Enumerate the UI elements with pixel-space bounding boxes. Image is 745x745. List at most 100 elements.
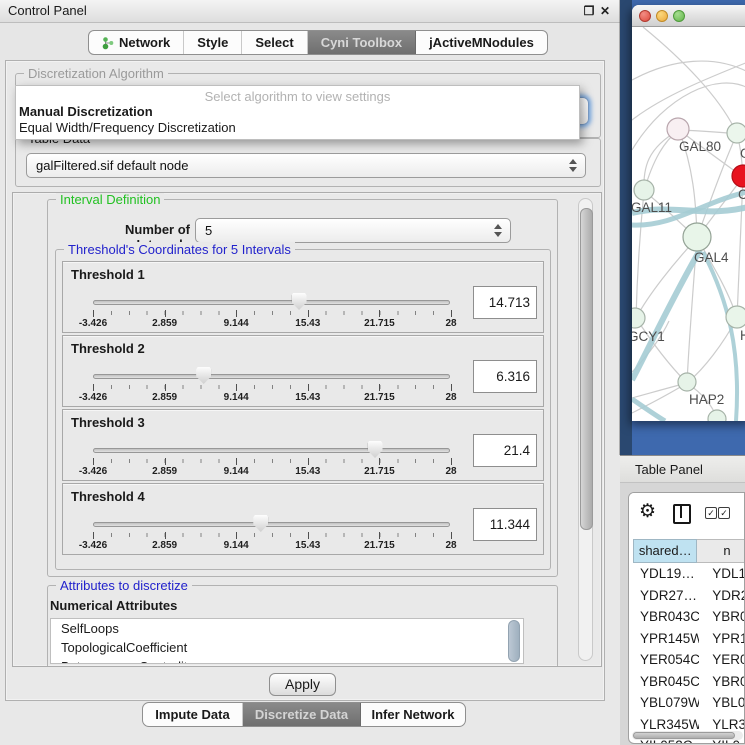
- tick-label: 9.144: [224, 466, 249, 477]
- cell-name: YDR2: [699, 585, 745, 607]
- threshold-panel-2: Threshold 2-3.4262.8599.14415.4321.71528…: [62, 335, 544, 407]
- tab-infer-network[interactable]: Infer Network: [361, 703, 465, 726]
- table-row[interactable]: YBR043CYBR0: [633, 606, 745, 628]
- tick-major: [308, 458, 309, 465]
- checkbox-icon[interactable]: ✓: [705, 507, 717, 519]
- table-horizontal-scrollbar[interactable]: [632, 731, 743, 740]
- tab-style[interactable]: Style: [184, 31, 242, 54]
- attributes-group: Attributes to discretize Numerical Attri…: [47, 585, 558, 667]
- network-node-g[interactable]: [727, 123, 745, 143]
- column-header-shared-name[interactable]: shared…: [633, 539, 697, 563]
- threshold-value-field[interactable]: 21.4: [473, 434, 537, 467]
- tick-major: [236, 310, 237, 317]
- tab-discretize-data[interactable]: Discretize Data: [243, 703, 361, 726]
- split-columns-icon[interactable]: [673, 504, 691, 524]
- slider-tick-labels: -3.4262.8599.14415.4321.71528: [93, 466, 451, 478]
- network-node-h[interactable]: [726, 306, 745, 328]
- option-manual-discretization[interactable]: Manual Discretization: [19, 104, 153, 119]
- attributes-list-scrollbar[interactable]: [508, 620, 520, 662]
- slider-track[interactable]: [93, 300, 450, 305]
- tick-major: [93, 384, 94, 391]
- network-node-gal4[interactable]: [683, 223, 711, 251]
- slider-thumb[interactable]: [292, 293, 307, 310]
- network-node-c[interactable]: [732, 165, 745, 187]
- cell-shared-name: YBL079W: [633, 692, 699, 714]
- slider-track[interactable]: [93, 448, 450, 453]
- tick-label: -3.426: [79, 540, 107, 551]
- desktop-edge-band: [620, 0, 632, 455]
- gear-icon[interactable]: ⚙: [639, 502, 656, 522]
- minimize-traffic-light-icon[interactable]: [656, 10, 668, 22]
- network-node-hap2[interactable]: [678, 373, 696, 391]
- attribute-item[interactable]: BetweennessCentrality: [51, 657, 523, 664]
- apply-button[interactable]: Apply: [269, 673, 336, 696]
- option-equal-width-frequency[interactable]: Equal Width/Frequency Discretization: [19, 120, 236, 135]
- tick-label: -3.426: [79, 318, 107, 329]
- tick-label: 15.43: [295, 392, 320, 403]
- close-window-icon[interactable]: ✕: [598, 0, 612, 22]
- table-row[interactable]: YPR145WYPR1: [633, 628, 745, 650]
- table-row[interactable]: YDR27…YDR2: [633, 585, 745, 607]
- threshold-value-field[interactable]: 14.713: [473, 286, 537, 319]
- attribute-item[interactable]: TopologicalCoefficient: [51, 638, 523, 657]
- table-data-combo[interactable]: galFiltered.sif default node: [26, 153, 586, 178]
- network-node-label: GAL11: [632, 200, 672, 215]
- tab-cyni-toolbox[interactable]: Cyni Toolbox: [308, 31, 416, 54]
- table-panel-container: ⚙ ✓ ✓ shared… n YDL19…YDL1YDR27…YDR2YBR0…: [628, 492, 745, 744]
- slider-track[interactable]: [93, 522, 450, 527]
- table-row[interactable]: YER054CYER0: [633, 649, 745, 671]
- threshold-value-field[interactable]: 11.344: [473, 508, 537, 541]
- slider-tick-labels: -3.4262.8599.14415.4321.71528: [93, 540, 451, 552]
- column-header-name[interactable]: n: [697, 539, 745, 563]
- control-panel-titlebar: Control Panel ❐ ✕: [0, 0, 620, 23]
- attribute-item[interactable]: SelfLoops: [51, 619, 523, 638]
- panel-scrollbar-thumb[interactable]: [580, 208, 593, 530]
- tab-select[interactable]: Select: [242, 31, 307, 54]
- table-panel-toolbar: ⚙ ✓ ✓: [629, 493, 744, 537]
- number-of-intervals-combo[interactable]: 5: [195, 218, 511, 243]
- cell-name: YBL0: [699, 692, 745, 714]
- close-traffic-light-icon[interactable]: [639, 10, 651, 22]
- tab-jactivemnodules[interactable]: jActiveMNodules: [416, 31, 547, 54]
- numerical-attributes-label: Numerical Attributes: [50, 598, 177, 613]
- combo-stepper-icon: [494, 224, 503, 237]
- tick-major: [236, 384, 237, 391]
- network-node-gal80[interactable]: [667, 118, 689, 140]
- tab-network[interactable]: Network: [89, 31, 184, 54]
- tick-major: [93, 532, 94, 539]
- table-rows: YDL19…YDL1YDR27…YDR2YBR043CYBR0YPR145WYP…: [633, 563, 745, 744]
- table-row[interactable]: YBL079WYBL0: [633, 692, 745, 714]
- slider-track[interactable]: [93, 374, 450, 379]
- slider-thumb[interactable]: [253, 515, 268, 532]
- table-row[interactable]: YDL19…YDL1: [633, 563, 745, 585]
- settings-scroll-panel: Interval Definition Number of Intervals …: [12, 192, 602, 667]
- zoom-traffic-light-icon[interactable]: [673, 10, 685, 22]
- attributes-group-title: Attributes to discretize: [56, 578, 192, 593]
- network-icon: [102, 36, 114, 50]
- table-row[interactable]: YBR045CYBR0: [633, 671, 745, 693]
- network-node-label: GAL80: [679, 139, 721, 154]
- network-node-gcy1[interactable]: [632, 308, 645, 328]
- tick-major: [308, 384, 309, 391]
- network-node[interactable]: [708, 410, 726, 421]
- checkbox-icon[interactable]: ✓: [718, 507, 730, 519]
- tab-jactivemnodules-label: jActiveMNodules: [429, 31, 534, 54]
- interval-definition-group: Interval Definition Number of Intervals …: [47, 199, 558, 577]
- network-node-gal11[interactable]: [634, 180, 654, 200]
- tick-major: [165, 532, 166, 539]
- slider-tick-marks: [93, 533, 451, 537]
- panel-vertical-scrollbar[interactable]: [578, 198, 593, 661]
- slider-tick-marks: [93, 459, 451, 463]
- tick-label: -3.426: [79, 466, 107, 477]
- network-canvas[interactable]: GAL80GCGAL11GAL4GCY1HHAP2: [632, 27, 745, 421]
- table-hscrollbar-thumb[interactable]: [633, 732, 735, 739]
- network-node-label: C: [738, 187, 745, 202]
- threshold-value-field[interactable]: 6.316: [473, 360, 537, 393]
- tick-label: 2.859: [152, 318, 177, 329]
- float-window-icon[interactable]: ❐: [582, 0, 596, 22]
- slider-thumb[interactable]: [368, 441, 383, 458]
- network-view-window[interactable]: GAL80GCGAL11GAL4GCY1HHAP2: [632, 5, 745, 421]
- thresholds-group-title: Threshold's Coordinates for 5 Intervals: [64, 242, 295, 257]
- slider-thumb[interactable]: [196, 367, 211, 384]
- tab-impute-data[interactable]: Impute Data: [143, 703, 243, 726]
